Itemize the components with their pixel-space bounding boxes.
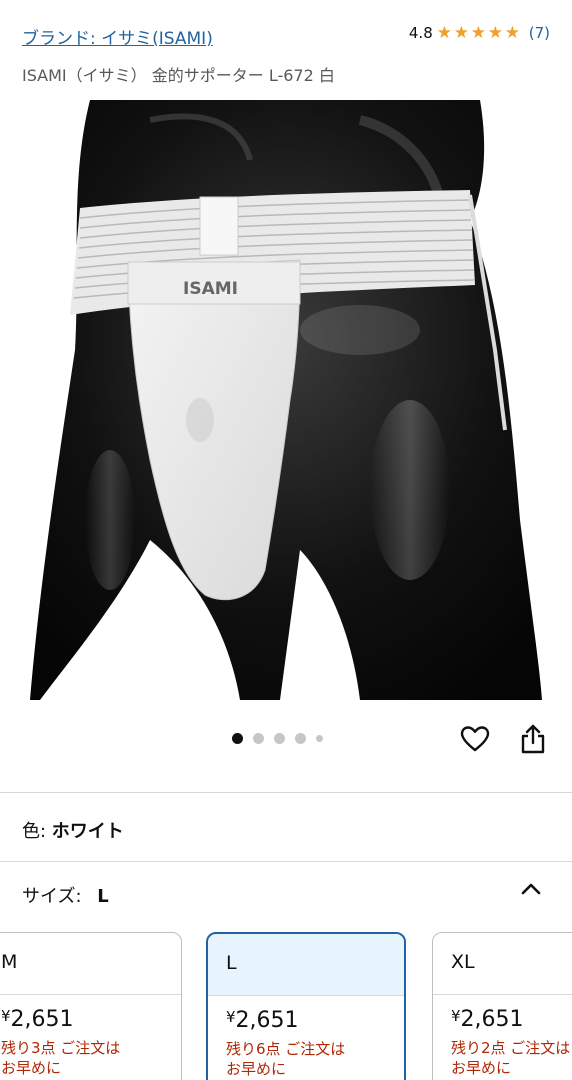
- size-options: M ¥2,651 残り3点 ご注文は お早めに L ¥2,651 残り6点 ご注文…: [0, 932, 572, 1080]
- stock-status: 残り3点 ご注文は お早めに: [1, 1039, 121, 1077]
- divider: [0, 861, 572, 862]
- rating-value: 4.8: [408, 24, 433, 42]
- size-option-price: ¥2,651: [451, 1007, 524, 1032]
- star-icon: ★: [453, 23, 469, 43]
- product-title: ISAMI（イサミ） 金的サポーター L-672 白: [22, 66, 335, 85]
- size-option-m[interactable]: M ¥2,651 残り3点 ご注文は お早めに: [0, 932, 182, 1080]
- chevron-up-icon[interactable]: [517, 878, 545, 900]
- product-image: ISAMI: [30, 100, 542, 700]
- divider: [0, 792, 572, 793]
- stock-status: 残り2点 ご注文は お早めに: [451, 1039, 571, 1077]
- share-button[interactable]: [516, 722, 550, 756]
- wishlist-button[interactable]: [458, 722, 492, 756]
- size-label: サイズ:: [22, 886, 88, 907]
- image-carousel-dots[interactable]: [232, 733, 323, 744]
- size-option-label: XL: [433, 933, 572, 995]
- size-option-l[interactable]: L ¥2,651 残り6点 ご注文は お早めに: [206, 932, 406, 1080]
- carousel-dot[interactable]: [295, 733, 306, 744]
- size-option-xl[interactable]: XL ¥2,651 残り2点 ご注文は お早めに: [432, 932, 572, 1080]
- star-rating: ★ ★ ★ ★ ★: [436, 23, 521, 43]
- heart-icon: [460, 726, 490, 752]
- star-icon: ★: [436, 23, 452, 43]
- stock-status: 残り6点 ご注文は お早めに: [226, 1040, 346, 1078]
- star-icon: ★: [470, 23, 486, 43]
- product-image-gallery[interactable]: ISAMI: [0, 100, 572, 700]
- size-value: L: [97, 886, 109, 907]
- rating-summary[interactable]: 4.8 ★ ★ ★ ★ ★ (7): [409, 24, 550, 42]
- star-icon: ★: [504, 23, 520, 43]
- size-option-label: L: [208, 934, 404, 996]
- review-count[interactable]: (7): [529, 24, 550, 42]
- star-icon: ★: [487, 23, 503, 43]
- brand-link[interactable]: ブランド: イサミ(ISAMI): [22, 24, 213, 49]
- carousel-dot[interactable]: [274, 733, 285, 744]
- color-label: 色:: [22, 821, 52, 842]
- product-header: ブランド: イサミ(ISAMI) 4.8 ★ ★ ★ ★ ★ (7) ISAMI…: [0, 0, 572, 100]
- color-value: ホワイト: [51, 821, 124, 842]
- carousel-dot[interactable]: [253, 733, 264, 744]
- size-selector-header[interactable]: サイズ: L: [22, 882, 109, 908]
- carousel-dot[interactable]: [316, 735, 323, 742]
- size-option-label: M: [0, 933, 181, 995]
- size-option-price: ¥2,651: [226, 1008, 299, 1033]
- size-option-price: ¥2,651: [1, 1007, 74, 1032]
- color-selector[interactable]: 色: ホワイト: [22, 817, 124, 843]
- image-logo-text: ISAMI: [183, 279, 238, 299]
- carousel-dot[interactable]: [232, 733, 243, 744]
- share-icon: [521, 724, 545, 754]
